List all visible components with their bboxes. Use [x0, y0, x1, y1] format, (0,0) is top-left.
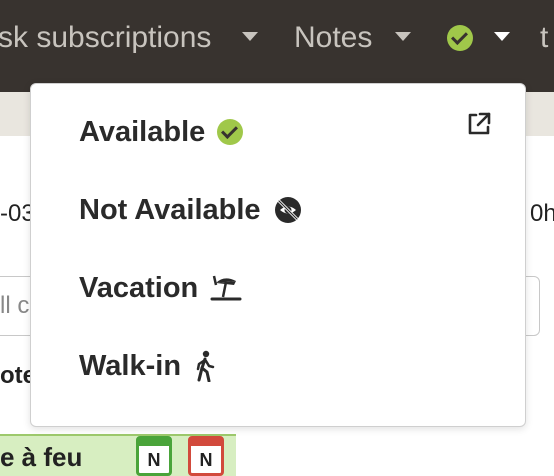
check-circle-icon — [217, 119, 244, 145]
nav-status-toggle[interactable] — [447, 18, 510, 58]
status-option-available[interactable]: Available — [79, 112, 244, 152]
chevron-down-icon — [395, 32, 411, 41]
top-navbar: sk subscriptions Notes t — [0, 0, 554, 92]
calendar-event-title: e à feu — [0, 442, 83, 472]
status-option-not-available[interactable]: Not Available — [79, 190, 303, 230]
external-link-icon[interactable] — [465, 110, 493, 138]
chevron-down-icon — [242, 32, 258, 41]
status-option-vacation[interactable]: Vacation — [79, 268, 242, 308]
status-option-label: Walk-in — [79, 349, 182, 382]
status-option-label: Not Available — [79, 193, 261, 226]
check-circle-icon — [447, 25, 473, 51]
chevron-down-icon — [494, 32, 510, 41]
calendar-icon: N — [136, 436, 172, 476]
nav-next-item[interactable]: t — [540, 18, 548, 58]
nav-task-subscriptions-label: sk subscriptions — [0, 21, 212, 54]
nav-notes[interactable]: Notes — [294, 18, 411, 58]
person-walking-icon — [196, 350, 215, 382]
status-option-label: Vacation — [79, 271, 199, 304]
nav-notes-label: Notes — [294, 21, 373, 54]
calendar-icon: N — [188, 436, 224, 476]
nav-task-subscriptions[interactable]: sk subscriptions — [0, 18, 258, 58]
umbrella-beach-icon — [210, 275, 242, 301]
eye-slash-icon — [274, 197, 301, 223]
background-input-text: ll c — [0, 292, 30, 319]
status-option-label: Available — [79, 115, 206, 148]
status-option-walk-in[interactable]: Walk-in — [79, 346, 217, 386]
status-dropdown-menu: Available Not Available Vacation Walk-in — [30, 83, 526, 427]
background-text: 0h — [530, 200, 554, 227]
nav-next-item-label: t — [540, 21, 549, 54]
